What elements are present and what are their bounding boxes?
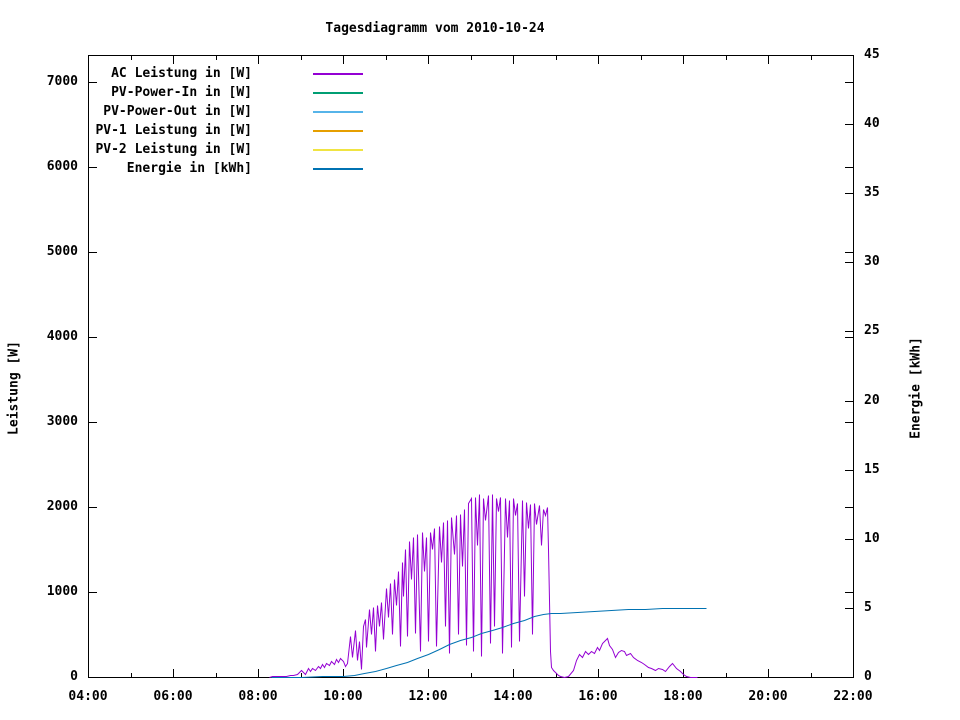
y-right-tick-label: 10 [864, 530, 880, 546]
x-tick-label: 06:00 [153, 689, 193, 704]
x-tick-label: 16:00 [578, 689, 618, 704]
y-right-tick-label: 5 [864, 599, 872, 615]
y-right-tick-label: 40 [864, 116, 880, 132]
legend-line-swatch [313, 130, 363, 132]
x-tick-label: 08:00 [238, 689, 278, 704]
x-tick-label: 10:00 [323, 689, 363, 704]
y-right-tick-label: 30 [864, 254, 880, 270]
x-tick-label: 12:00 [408, 689, 448, 704]
y-left-tick-label: 5000 [46, 243, 78, 259]
y-left-tick-label: 4000 [46, 328, 78, 344]
y-right-tick-label: 45 [864, 47, 880, 62]
y-right-tick-label: 0 [864, 669, 872, 684]
x-tick-label: 22:00 [833, 689, 873, 704]
y-right-tick-label: 35 [864, 185, 880, 201]
x-tick-label: 04:00 [68, 689, 108, 704]
legend-label: PV-Power-In in [W] [111, 85, 252, 100]
x-tick-label: 18:00 [663, 689, 703, 704]
y-left-tick-label: 1000 [46, 583, 78, 599]
x-tick-label: 14:00 [493, 689, 533, 704]
y-right-tick-label: 25 [864, 323, 880, 339]
legend-line-swatch [313, 149, 363, 151]
y-right-tick-label: 15 [864, 461, 880, 477]
y-left-tick-label: 3000 [46, 413, 78, 429]
legend-label: AC Leistung in [W] [111, 66, 252, 81]
legend-label: PV-2 Leistung in [W] [95, 142, 252, 157]
chart-canvas: Tagesdiagramm vom 2010-10-24 Leistung [W… [0, 0, 960, 720]
legend-line-swatch [313, 73, 363, 75]
x-tick-label: 20:00 [748, 689, 788, 704]
y-left-tick-label: 0 [70, 669, 78, 684]
legend-line-swatch [313, 92, 363, 94]
series-line-0 [269, 494, 698, 679]
legend-line-swatch [313, 168, 363, 170]
legend-label: PV-Power-Out in [W] [103, 104, 252, 119]
legend-line-swatch [313, 111, 363, 113]
series-line-5 [271, 608, 707, 678]
y-right-tick-label: 20 [864, 392, 880, 408]
legend-label: Energie in [kWh] [126, 161, 252, 176]
y-left-tick-label: 2000 [46, 498, 78, 514]
legend-label: PV-1 Leistung in [W] [95, 123, 252, 138]
